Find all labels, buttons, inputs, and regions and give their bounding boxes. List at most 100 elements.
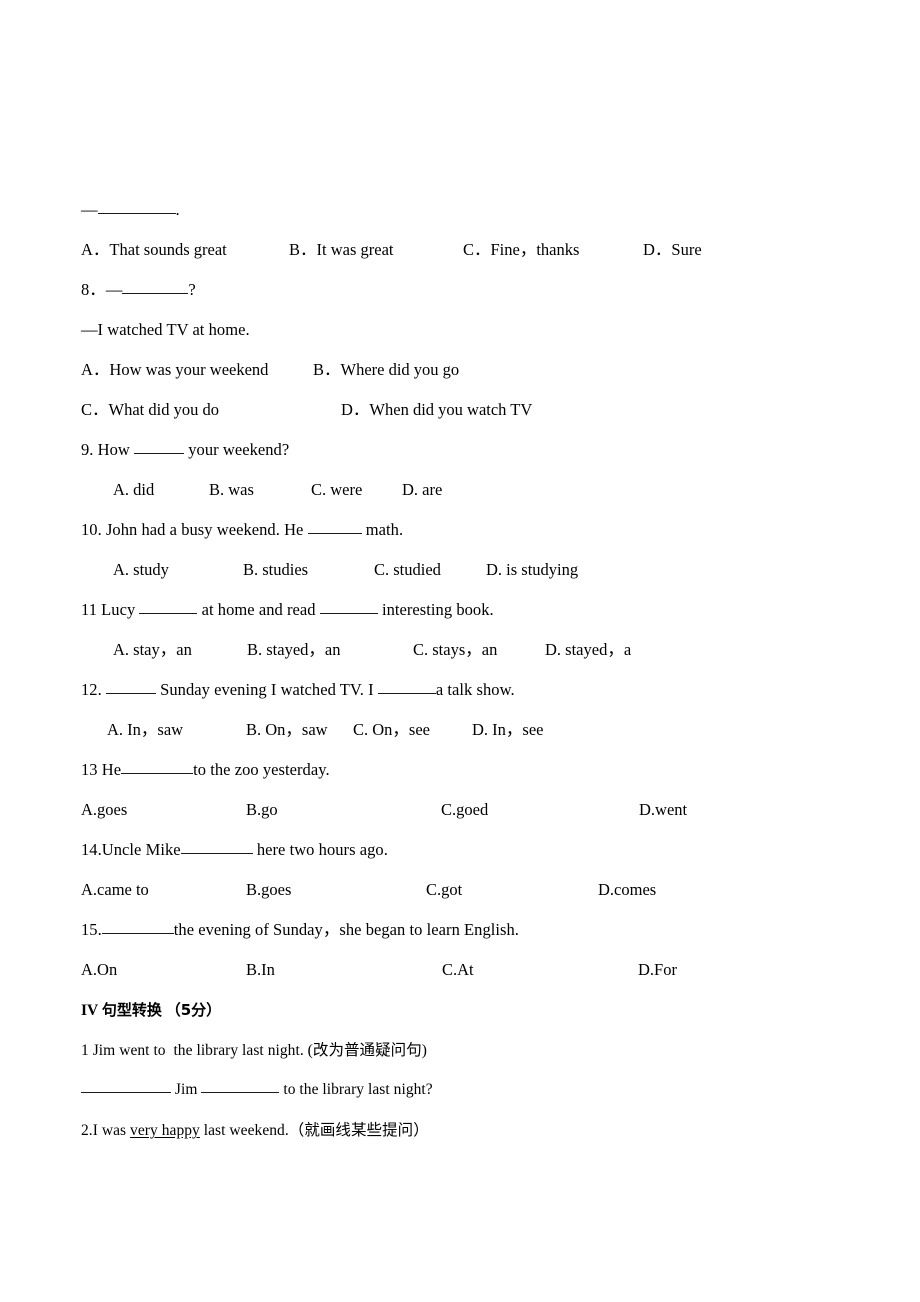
q7-option-c[interactable]: C．Fine，thanks (463, 230, 643, 270)
q9-option-c[interactable]: C. were (311, 470, 402, 510)
transform-2-before: 2.I was (81, 1122, 131, 1139)
q11-stem-after: interesting book. (377, 600, 494, 619)
q7-period: . (175, 200, 180, 219)
q15-option-c[interactable]: C.At (442, 950, 638, 990)
question-7-options: A．That sounds great B．It was great C．Fin… (81, 230, 741, 270)
q9-stem-before: 9. How (81, 440, 135, 459)
q10-option-a[interactable]: A. study (113, 550, 243, 590)
q7-dash: — (81, 200, 98, 219)
q10-blank[interactable] (307, 533, 362, 534)
question-12-options: A. In，saw B. On，saw C. On，see D. In，see (81, 710, 741, 750)
document-body: —. A．That sounds great B．It was great C．… (81, 190, 741, 1150)
q12-option-b[interactable]: B. On，saw (246, 710, 353, 750)
q10-stem-before: 10. John had a busy weekend. He (81, 520, 308, 539)
transform-2-sentence: 2.I was very happy last weekend.（就画线某些提问… (81, 1110, 741, 1150)
q7-option-d[interactable]: D．Sure (643, 230, 702, 270)
q9-option-b[interactable]: B. was (209, 470, 311, 510)
q15-stem-after: the evening of Sunday，she began to learn… (173, 920, 519, 939)
q7-blank[interactable] (97, 213, 176, 214)
q14-stem-before: 14.Uncle Mike (81, 840, 181, 859)
exam-page: —. A．That sounds great B．It was great C．… (0, 0, 920, 1302)
q12-stem-after: a talk show. (435, 680, 515, 699)
q9-blank[interactable] (134, 453, 185, 454)
transform-1-close-paren: ) (421, 1042, 427, 1059)
q14-stem-after: here two hours ago. (252, 840, 388, 859)
question-8-options-row-1: A．How was your weekend B．Where did you g… (81, 350, 741, 390)
q12-blank-2[interactable] (377, 693, 436, 694)
q9-option-d[interactable]: D. are (402, 470, 442, 510)
q15-option-d[interactable]: D.For (638, 950, 677, 990)
q8-blank[interactable] (122, 293, 189, 294)
q11-option-c[interactable]: C. stays，an (413, 630, 545, 670)
transform-2-underlined-phrase: very happy (130, 1122, 200, 1139)
q14-blank[interactable] (180, 853, 253, 854)
q8-dash: — (105, 280, 123, 299)
q15-option-a[interactable]: A.On (81, 950, 246, 990)
question-13-stem-line: 13 He to the zoo yesterday. (81, 750, 741, 790)
transform-2-after: last weekend.（ (199, 1122, 305, 1139)
q15-option-b[interactable]: B.In (246, 950, 442, 990)
q13-blank[interactable] (121, 773, 194, 774)
q8-option-b[interactable]: B．Where did you go (313, 350, 509, 390)
q12-option-d[interactable]: D. In，see (472, 710, 543, 750)
q14-option-b[interactable]: B.goes (246, 870, 426, 910)
question-8-options-row-2: C．What did you do D．When did you watch T… (81, 390, 741, 430)
question-11-stem-line: 11 Lucy at home and read interesting boo… (81, 590, 741, 630)
transform-2-instruction: 就画线某些提问 (304, 1121, 414, 1139)
q13-stem-before: 13 He (81, 760, 122, 779)
transform-1-text: 1 Jim went to the library last night. ( (81, 1042, 313, 1059)
q12-blank-1[interactable] (105, 693, 156, 694)
question-9-options: A. did B. was C. were D. are (81, 470, 741, 510)
q11-stem-before: 11 Lucy (81, 600, 140, 619)
question-14-options: A.came to B.goes C.got D.comes (81, 870, 741, 910)
q12-stem-before: 12. (81, 680, 106, 699)
q7-option-b[interactable]: B．It was great (289, 230, 463, 270)
transform-1-blank-1[interactable] (81, 1092, 171, 1093)
q8-option-a[interactable]: A．How was your weekend (81, 350, 313, 390)
q10-option-c[interactable]: C. studied (374, 550, 486, 590)
transform-1-answer-end: to the library last night? (279, 1081, 433, 1098)
q14-option-d[interactable]: D.comes (598, 870, 656, 910)
transform-1-answer-mid: Jim (171, 1081, 202, 1098)
transform-1-blank-2[interactable] (201, 1092, 280, 1093)
q11-blank-2[interactable] (319, 613, 378, 614)
question-10-stem-line: 10. John had a busy weekend. He math. (81, 510, 741, 550)
q15-stem-before: 15. (81, 920, 102, 939)
q13-option-d[interactable]: D.went (639, 790, 687, 830)
question-15-options: A.On B.In C.At D.For (81, 950, 741, 990)
q11-blank-1[interactable] (139, 613, 198, 614)
question-7-stem-line: —. (81, 190, 741, 230)
transform-2-close-paren: ） (413, 1121, 429, 1139)
q13-option-c[interactable]: C.goed (441, 790, 639, 830)
question-8-reply-line: —I watched TV at home. (81, 320, 250, 339)
q10-option-b[interactable]: B. studies (243, 550, 374, 590)
q8-number: 8． (81, 280, 106, 299)
q8-option-d[interactable]: D．When did you watch TV (341, 390, 537, 430)
q11-option-d[interactable]: D. stayed，a (545, 630, 631, 670)
q11-option-a[interactable]: A. stay，an (113, 630, 247, 670)
q10-option-d[interactable]: D. is studying (486, 550, 578, 590)
q14-option-c[interactable]: C.got (426, 870, 598, 910)
q9-option-a[interactable]: A. did (113, 470, 209, 510)
question-13-options: A.goes B.go C.goed D.went (81, 790, 741, 830)
transform-1-sentence: 1 Jim went to the library last night. (改… (81, 1030, 741, 1070)
q13-option-b[interactable]: B.go (246, 790, 441, 830)
q11-stem-middle: at home and read (197, 600, 320, 619)
q10-stem-after: math. (361, 520, 404, 539)
q13-stem-after: to the zoo yesterday. (193, 760, 330, 779)
q12-option-a[interactable]: A. In，saw (107, 710, 246, 750)
question-8-stem-line: 8．—? (81, 270, 741, 310)
question-10-options: A. study B. studies C. studied D. is stu… (81, 550, 741, 590)
q15-blank[interactable] (101, 933, 174, 934)
question-11-options: A. stay，an B. stayed，an C. stays，an D. s… (81, 630, 741, 670)
q7-option-a[interactable]: A．That sounds great (81, 230, 289, 270)
q14-option-a[interactable]: A.came to (81, 870, 246, 910)
q11-option-b[interactable]: B. stayed，an (247, 630, 413, 670)
q8-question-mark: ? (188, 280, 196, 299)
q13-option-a[interactable]: A.goes (81, 790, 246, 830)
q12-stem-middle: Sunday evening I watched TV. I (155, 680, 378, 699)
question-12-stem-line: 12. Sunday evening I watched TV. I a tal… (81, 670, 741, 710)
q12-option-c[interactable]: C. On，see (353, 710, 472, 750)
q8-option-c[interactable]: C．What did you do (81, 390, 341, 430)
section-4-heading: IV 句型转换 （5分） (81, 990, 741, 1030)
